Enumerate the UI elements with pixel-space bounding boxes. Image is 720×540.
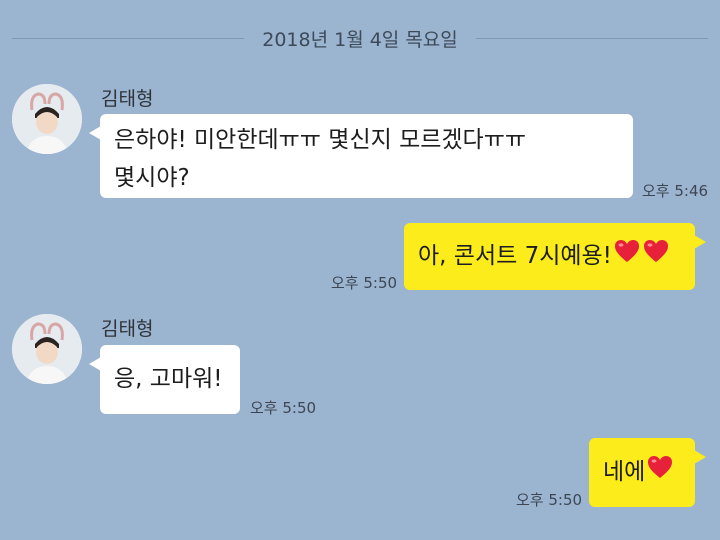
- heart-emoji-icon: [642, 238, 670, 276]
- incoming-message-bubble[interactable]: 은하야! 미안한데ㅠㅠ 몇신지 모르겠다ㅠㅠ 몇시야?: [89, 114, 633, 198]
- message-text: 몇시야?: [114, 165, 190, 191]
- divider-line-right: [475, 37, 708, 39]
- message-text: 응, 고마워!: [114, 366, 223, 392]
- divider-line-left: [12, 37, 245, 39]
- heart-emoji-icon: [646, 454, 674, 492]
- sender-name: 김태형: [101, 88, 154, 110]
- message-text: 은하야! 미안한데ㅠㅠ 몇신지 모르겠다ㅠㅠ: [114, 127, 527, 153]
- outgoing-message-bubble[interactable]: 아, 콘서트 7시예용!: [404, 223, 706, 290]
- date-label: 2018년 1월 4일 목요일: [262, 28, 458, 51]
- sender-name: 김태형: [101, 318, 154, 340]
- message-time: 오후 5:50: [331, 274, 398, 292]
- message-text: 네에: [603, 459, 646, 485]
- message-time: 오후 5:50: [250, 399, 317, 417]
- message-text: 아, 콘서트 7시예용!: [418, 243, 612, 269]
- profile-photo: [12, 84, 82, 154]
- heart-emoji-icon: [613, 238, 641, 276]
- avatar[interactable]: [12, 84, 82, 154]
- outgoing-message-bubble[interactable]: 네에: [589, 438, 706, 507]
- date-divider: 2018년 1월 4일 목요일: [12, 22, 708, 54]
- incoming-message-bubble[interactable]: 응, 고마워!: [89, 345, 240, 414]
- message-time: 오후 5:46: [642, 182, 709, 200]
- avatar[interactable]: [12, 314, 82, 384]
- profile-photo: [12, 314, 82, 384]
- message-time: 오후 5:50: [516, 491, 583, 509]
